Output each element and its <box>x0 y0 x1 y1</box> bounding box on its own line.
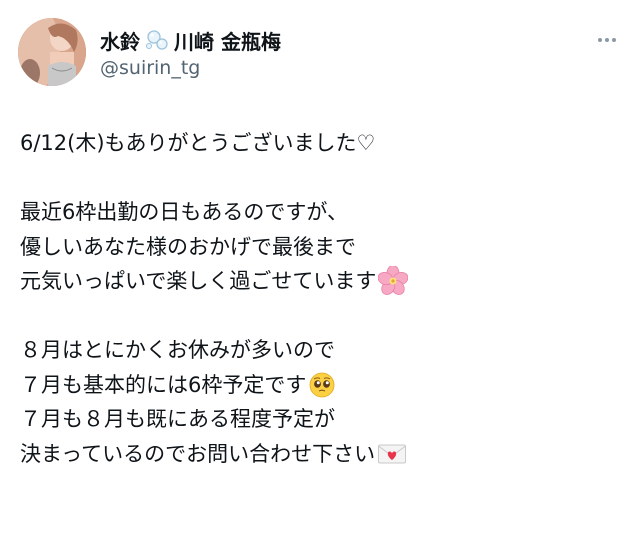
post-line-text: 元気いっぱいで楽しく過ごせています <box>20 269 377 293</box>
post-line-text: 6/12(木)もありがとうございました♡ <box>20 131 376 155</box>
post-line: 優しいあなた様のおかげで最後まで <box>20 230 630 265</box>
post-line-text: 最近6枠出勤の日もあるのですが、 <box>20 200 348 224</box>
post-line-text: ８月はとにかくお休みが多いので <box>20 338 335 362</box>
more-dot <box>612 38 616 42</box>
display-name-part1: 水鈴 <box>100 29 140 54</box>
post-header: 水鈴 川崎 金瓶梅 @suirin_tg <box>0 0 640 100</box>
love-letter-emoji <box>377 442 407 466</box>
display-name-part2: 川崎 金瓶梅 <box>174 29 281 54</box>
user-handle[interactable]: @suirin_tg <box>100 57 200 79</box>
post-line-text: ７月も基本的には6枠予定です <box>20 372 307 397</box>
post-line: 元気いっぱいで楽しく過ごせています <box>20 264 630 299</box>
post-line: 6/12(木)もありがとうございました♡ <box>20 126 630 161</box>
post-line: ８月はとにかくお休みが多いので <box>20 333 630 368</box>
post-line-text: 優しいあなた様のおかげで最後まで <box>20 234 356 259</box>
post-line-text: ７月も８月も既にある程度予定が <box>20 407 335 431</box>
post-line-text: 決まっているのでお問い合わせ下さい <box>20 441 376 466</box>
post-line: 最近6枠出勤の日もあるのですが、 <box>20 195 630 230</box>
post-line: 決まっているのでお問い合わせ下さい <box>20 437 630 472</box>
post-line: ７月も基本的には6枠予定です <box>20 368 630 403</box>
avatar[interactable] <box>18 18 86 86</box>
bubbles-icon <box>144 29 170 51</box>
more-dot <box>605 38 609 42</box>
more-dot <box>598 38 602 42</box>
more-options-icon[interactable] <box>590 30 624 50</box>
post-line: ７月も８月も既にある程度予定が <box>20 402 630 437</box>
cherry-blossom-emoji <box>378 266 409 296</box>
pleading-face-emoji <box>308 371 336 399</box>
post-text: 6/12(木)もありがとうございました♡ 最近6枠出勤の日もあるのですが、 優し… <box>20 126 630 471</box>
display-name[interactable]: 水鈴 川崎 金瓶梅 <box>100 26 281 54</box>
